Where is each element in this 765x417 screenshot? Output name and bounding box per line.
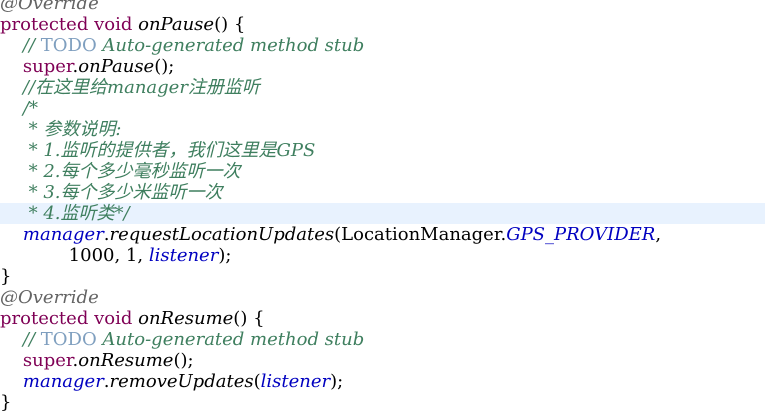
code-editor[interactable]: @Override protected void onPause() { // T… [0, 0, 765, 417]
code-token: onPause [138, 14, 215, 35]
code-token: requestLocationUpdates [109, 224, 335, 245]
code-line[interactable]: //在这里给manager注册监听 [0, 77, 765, 98]
code-line[interactable]: } [0, 392, 765, 413]
code-token: /* [22, 98, 38, 119]
code-token: ); [330, 371, 344, 392]
code-token: () { [214, 14, 246, 35]
code-line[interactable]: @Override [0, 287, 765, 308]
code-line[interactable]: * 1.监听的提供者，我们这里是GPS [0, 140, 765, 161]
code-line[interactable]: * 3.每个多少米监听一次 [0, 182, 765, 203]
code-line[interactable]: @Override [0, 0, 765, 14]
code-line[interactable]: * 参数说明: [0, 119, 765, 140]
code-token: onResume [138, 308, 234, 329]
code-token: manager [22, 224, 104, 245]
code-token: GPS_PROVIDER [506, 224, 656, 245]
code-line[interactable]: * 2.每个多少毫秒监听一次 [0, 161, 765, 182]
code-token: () { [233, 308, 265, 329]
code-token: Auto-generated method stub [96, 329, 365, 350]
code-token: TODO [40, 35, 97, 56]
code-token: ); [218, 245, 232, 266]
code-line-current[interactable]: * 4.监听类*/ [0, 203, 765, 224]
code-token: void [94, 14, 133, 35]
code-token: * 2.每个多少毫秒监听一次 [28, 161, 241, 182]
code-line[interactable]: manager.removeUpdates(listener); [0, 371, 765, 392]
code-line[interactable]: /* [0, 98, 765, 119]
code-token: (LocationManager. [334, 224, 507, 245]
code-token: super [22, 56, 73, 77]
code-token: , [655, 224, 662, 245]
code-token: listener [148, 245, 219, 266]
code-token: //在这里给manager注册监听 [22, 77, 260, 98]
code-token: // [22, 35, 41, 56]
code-line[interactable]: } [0, 266, 765, 287]
code-token: @Override [0, 0, 99, 14]
code-token: Auto-generated method stub [96, 35, 365, 56]
code-token: * 3.每个多少米监听一次 [28, 182, 223, 203]
code-token: * 4.监听类*/ [28, 203, 130, 224]
code-line[interactable]: manager.requestLocationUpdates(LocationM… [0, 224, 765, 245]
code-line[interactable]: protected void onPause() { [0, 14, 765, 35]
code-line[interactable]: super.onPause(); [0, 56, 765, 77]
code-token: } [0, 392, 12, 413]
code-token: @Override [0, 287, 99, 308]
code-token: onPause [78, 56, 155, 77]
code-token: (); [154, 56, 175, 77]
code-token: protected [0, 14, 89, 35]
code-token: onResume [78, 350, 174, 371]
code-token: manager [22, 371, 104, 392]
code-token: // [22, 329, 41, 350]
code-token: removeUpdates [109, 371, 254, 392]
code-token: TODO [40, 329, 97, 350]
code-line[interactable]: protected void onResume() { [0, 308, 765, 329]
code-token: * 参数说明: [28, 119, 122, 140]
code-token: * 1.监听的提供者，我们这里是GPS [28, 140, 316, 161]
code-line[interactable]: super.onResume(); [0, 350, 765, 371]
code-line[interactable]: // TODO Auto-generated method stub [0, 35, 765, 56]
code-token: (); [173, 350, 194, 371]
code-token: ( [253, 371, 261, 392]
code-token: } [0, 266, 12, 287]
code-token: void [94, 308, 133, 329]
code-line[interactable]: 1000, 1, listener); [0, 245, 765, 266]
code-line[interactable]: // TODO Auto-generated method stub [0, 329, 765, 350]
code-token: protected [0, 308, 89, 329]
code-token: super [22, 350, 73, 371]
code-token: 1000, 1, [68, 245, 149, 266]
code-token: listener [260, 371, 331, 392]
